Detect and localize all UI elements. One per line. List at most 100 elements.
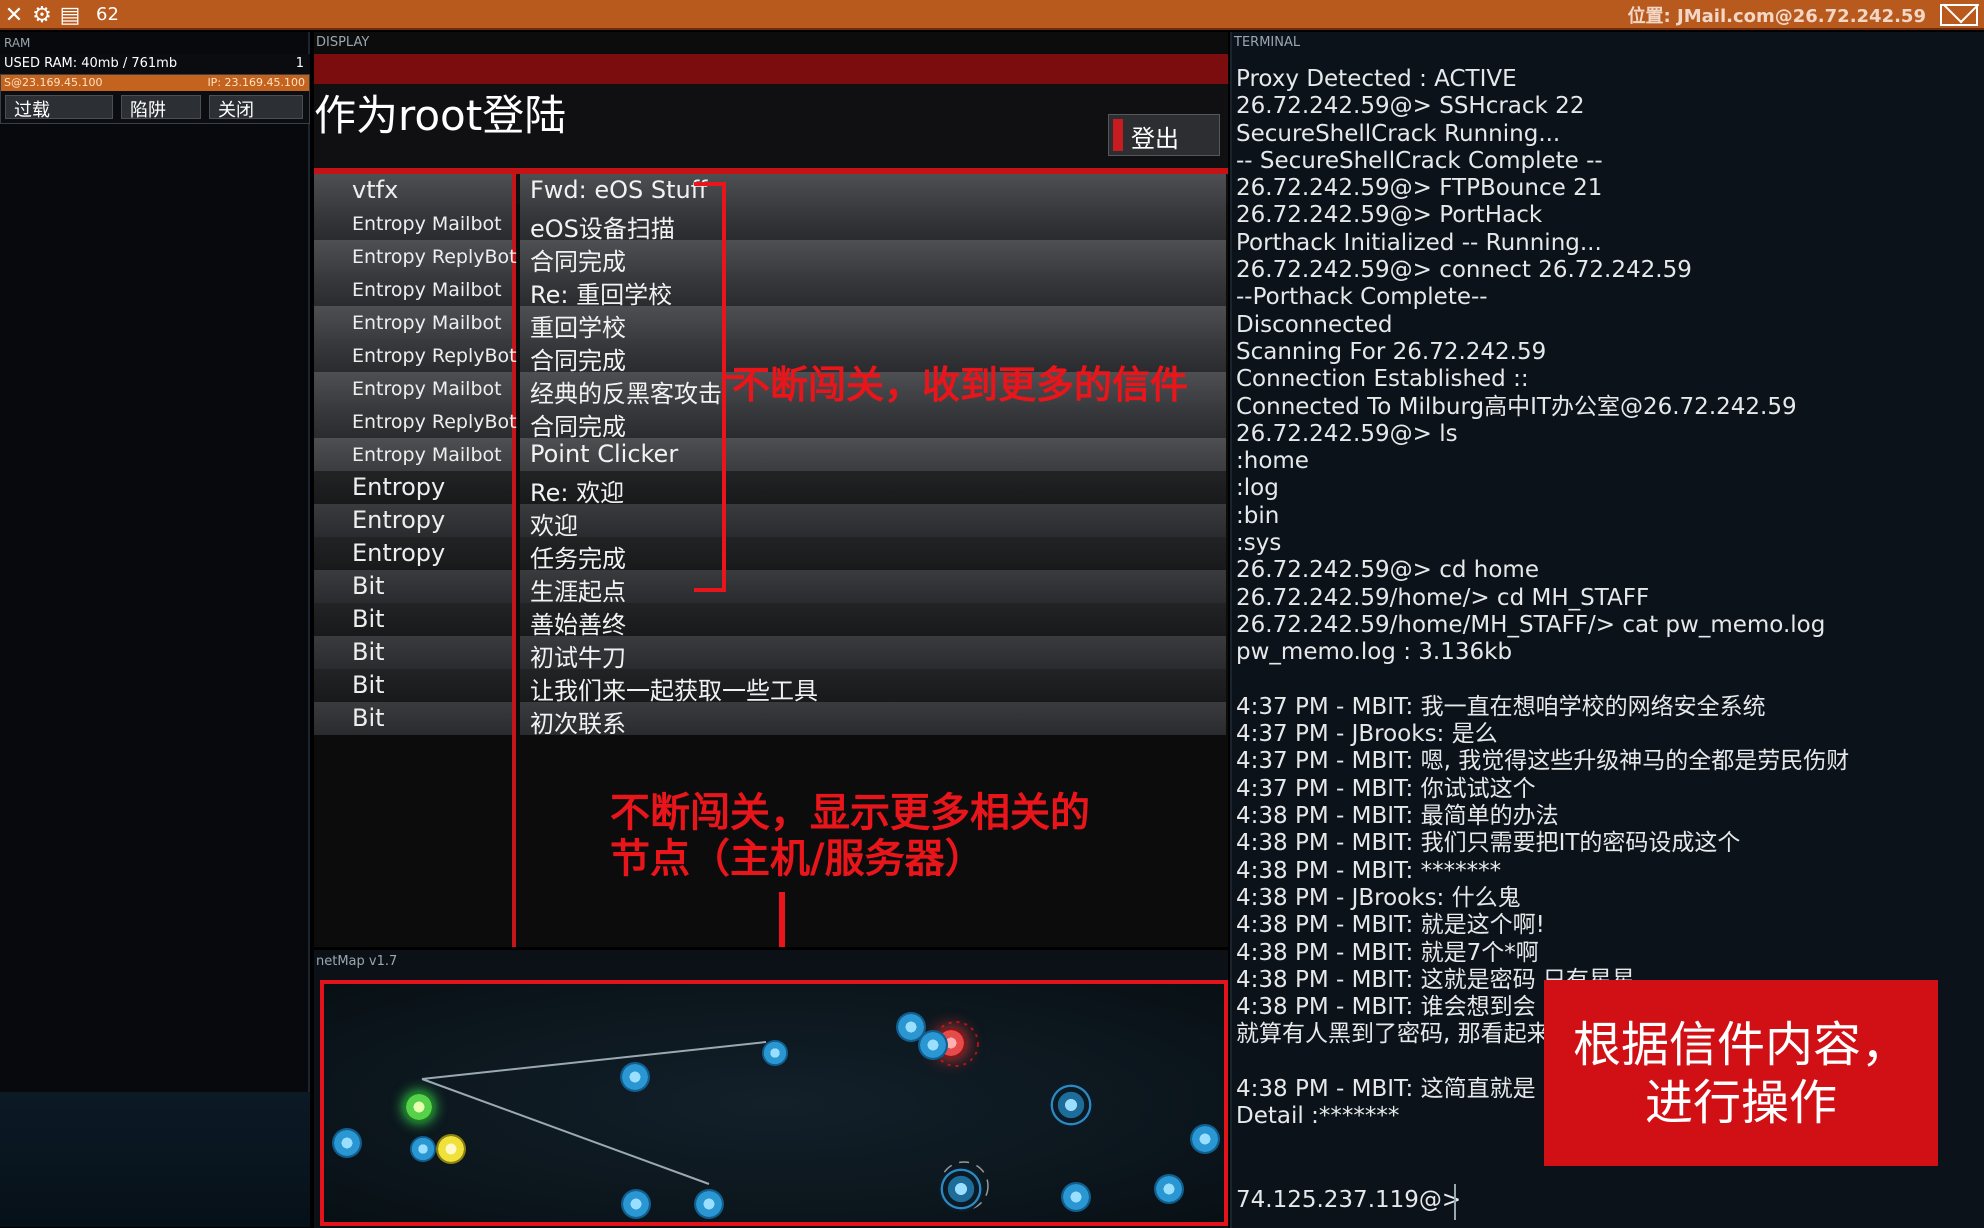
node-7[interactable] <box>762 1040 788 1066</box>
process-name: S@23.169.45.100 <box>4 76 103 89</box>
terminal-line: Proxy Detected : ACTIVE <box>1236 66 1517 92</box>
display-panel: DISPLAY 作为root登陆 登出 vtfx Fwd: eOS Stuff En… <box>314 32 1228 947</box>
trap-button[interactable]: 陷阱 <box>121 95 201 121</box>
used-ram-count: 1 <box>295 56 304 71</box>
terminal-prompt[interactable]: 74.125.237.119@> <box>1236 1187 1461 1213</box>
mail-sender: Entropy Mailbot <box>314 372 512 405</box>
terminal-line: 26.72.242.59@> ls <box>1236 420 1458 447</box>
node-3[interactable] <box>436 1134 466 1164</box>
action-annotation: 根据信件内容， 进行操作 <box>1544 980 1938 1166</box>
mail-subject: Re: 欢迎 <box>520 471 1226 507</box>
node-5[interactable] <box>621 1189 651 1219</box>
mail-row[interactable]: Entropy Mailbot Re: 重回学校 <box>314 273 1226 309</box>
terminal-line: 4:38 PM - MBIT: 最简单的办法 <box>1236 803 1559 830</box>
terminal-line: :log <box>1236 475 1279 502</box>
close-process-button[interactable]: 关闭 <box>209 95 303 121</box>
mail-row[interactable]: Bit 生涯起点 <box>314 570 1226 606</box>
terminal-line: 4:38 PM - MBIT: ******* <box>1236 857 1502 884</box>
netmap-links <box>421 1021 989 1211</box>
mail-row[interactable]: Entropy 欢迎 <box>314 504 1226 540</box>
mail-row[interactable]: vtfx Fwd: eOS Stuff <box>314 174 1226 207</box>
terminal-line: 4:37 PM - JBrooks: 是么 <box>1236 721 1498 748</box>
close-icon[interactable]: ✕ <box>2 3 26 28</box>
ram-header: RAM <box>4 36 31 50</box>
mail-subject: 初试牛刀 <box>520 636 1226 672</box>
terminal-line: :home <box>1236 448 1309 475</box>
mail-row[interactable]: Entropy Re: 欢迎 <box>314 471 1226 507</box>
terminal-line: Connection Established :: <box>1236 366 1529 393</box>
mail-subject: Fwd: eOS Stuff <box>520 174 1226 207</box>
terminal-line: 26.72.242.59@> PortHack <box>1236 202 1543 229</box>
location-label: 位置: JMail.com@26.72.242.59 <box>1627 6 1926 27</box>
terminal-line: --Porthack Complete-- <box>1236 284 1488 311</box>
display-header: DISPLAY <box>316 35 370 50</box>
terminal-line: 4:37 PM - MBIT: 我一直在想咱学校的网络安全系统 <box>1236 693 1766 720</box>
page-title: 作为root登陆 <box>314 91 567 140</box>
node-13[interactable] <box>1154 1174 1184 1204</box>
terminal-header: TERMINAL <box>1234 35 1301 50</box>
terminal-line: Porthack Initialized -- Running... <box>1236 229 1602 256</box>
mail-row[interactable]: Bit 让我们来一起获取一些工具 <box>314 669 1226 705</box>
mail-sender: Entropy <box>314 537 512 570</box>
node-home[interactable] <box>404 1092 434 1122</box>
mail-sender: Entropy Mailbot <box>314 438 512 471</box>
save-icon[interactable]: ▤ <box>58 3 82 28</box>
node-2[interactable] <box>410 1136 436 1162</box>
terminal-line: pw_memo.log : 3.136kb <box>1236 639 1513 666</box>
logout-button[interactable]: 登出 <box>1108 114 1220 156</box>
mail-row[interactable]: Bit 初次联系 <box>314 702 1226 738</box>
gear-icon[interactable]: ⚙ <box>30 3 54 28</box>
node-12[interactable] <box>1061 1182 1091 1212</box>
ram-visualizer <box>0 1092 310 1227</box>
used-ram: USED RAM: 40mb / 761mb 1 <box>0 54 310 74</box>
terminal-line: 4:38 PM - MBIT: 我们只需要把IT的密码设成这个 <box>1236 830 1741 857</box>
mail-row[interactable]: Bit 善始善终 <box>314 603 1226 639</box>
mail-sender: Bit <box>314 636 512 669</box>
mail-sender: Entropy ReplyBot <box>314 405 517 438</box>
mail-sender: Bit <box>314 603 512 636</box>
mail-sender: Entropy <box>314 471 512 504</box>
mail-row[interactable]: Entropy 任务完成 <box>314 537 1226 573</box>
node-10[interactable] <box>938 1166 984 1212</box>
mail-subject: 欢迎 <box>520 504 1226 540</box>
mail-subject: 合同完成 <box>520 405 1226 441</box>
terminal-line: 4:38 PM - JBrooks: 什么鬼 <box>1236 884 1521 911</box>
mail-sender: Bit <box>314 669 512 702</box>
node-6[interactable] <box>694 1189 724 1219</box>
process-buttons: 过载 陷阱 关闭 <box>1 91 309 123</box>
mail-row[interactable]: Entropy Mailbot eOS设备扫描 <box>314 207 1226 243</box>
mail-row[interactable]: Entropy Mailbot Point Clicker <box>314 438 1226 471</box>
terminal-line: 26.72.242.59@> SSHcrack 22 <box>1236 93 1585 120</box>
node-4[interactable] <box>620 1062 650 1092</box>
terminal-line: 4:37 PM - MBIT: 你试试这个 <box>1236 775 1536 802</box>
terminal-output: Proxy Detected : ACTIVE 26.72.242.59@> SS… <box>1236 66 1976 1131</box>
mail-sender: Bit <box>314 570 512 603</box>
terminal-line: Disconnected <box>1236 311 1393 338</box>
mail-sender: Bit <box>314 702 512 735</box>
mail-row[interactable]: Entropy ReplyBot 合同完成 <box>314 405 1226 441</box>
terminal-line: 4:37 PM - MBIT: 嗯, 我觉得这些升级神马的全都是劳民伤财 <box>1236 748 1850 775</box>
node-14[interactable] <box>1190 1124 1220 1154</box>
mail-subject: 善始善终 <box>520 603 1226 639</box>
mail-row[interactable]: Bit 初试牛刀 <box>314 636 1226 672</box>
terminal-line: 26.72.242.59@> FTPBounce 21 <box>1236 175 1603 202</box>
mail-subject: eOS设备扫描 <box>520 207 1226 243</box>
mail-subject: Point Clicker <box>520 438 1226 471</box>
node-9[interactable] <box>918 1030 948 1060</box>
terminal-line: 26.72.242.59@> connect 26.72.242.59 <box>1236 257 1692 284</box>
mail-sender: Entropy Mailbot <box>314 273 512 306</box>
terminal-line: 4:38 PM - MBIT: 就是这个啊! <box>1236 912 1545 939</box>
overload-button[interactable]: 过载 <box>5 95 113 121</box>
terminal-line: Connected To Milburg高中IT办公室@26.72.242.59 <box>1236 393 1797 420</box>
display-red-band <box>314 54 1228 84</box>
mail-row[interactable]: Entropy Mailbot 重回学校 <box>314 306 1226 342</box>
mail-subject: 合同完成 <box>520 240 1226 276</box>
mail-annotation: 不断闯关，收到更多的信件 <box>732 363 1189 407</box>
mail-subject: 初次联系 <box>520 702 1226 738</box>
mail-icon[interactable] <box>1940 4 1978 26</box>
node-1[interactable] <box>332 1128 362 1158</box>
node-11[interactable] <box>1048 1082 1094 1128</box>
mail-row[interactable]: Entropy ReplyBot 合同完成 <box>314 240 1226 276</box>
netmap-frame <box>320 980 1228 1226</box>
terminal-line: 26.72.242.59/home/> cd MH_STAFF <box>1236 584 1650 611</box>
